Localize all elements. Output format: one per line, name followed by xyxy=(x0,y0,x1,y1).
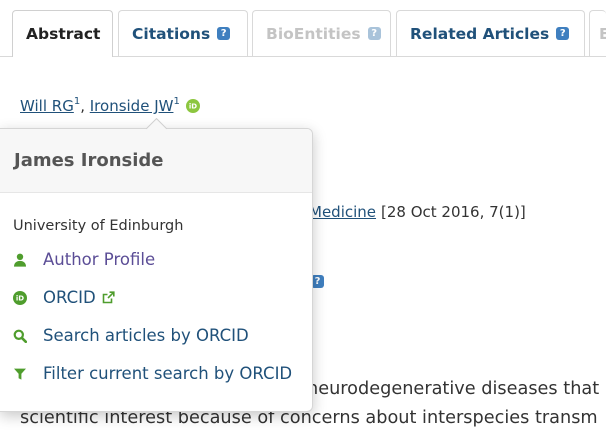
action-label: ORCID xyxy=(43,288,96,307)
journal-link[interactable]: Medicine xyxy=(309,203,376,221)
action-label: Search articles by ORCID xyxy=(43,326,249,345)
tab-citations[interactable]: Citations ? xyxy=(118,10,248,56)
tab-label: Abstract xyxy=(26,25,101,43)
tab-truncated: E xyxy=(589,10,606,56)
author-actions: Author Profile iD ORCID Search articles … xyxy=(0,241,312,393)
journal-citation: Medicine [28 Oct 2016, 7(1)] xyxy=(309,202,606,222)
tab-label: Related Articles xyxy=(410,24,550,43)
tab-label: E xyxy=(599,25,606,43)
author-link-will[interactable]: Will RG xyxy=(20,97,74,115)
help-icon[interactable]: ? xyxy=(217,27,231,40)
help-icon[interactable]: ? xyxy=(556,27,570,40)
tab-label: BioEntities xyxy=(266,24,361,43)
tab-abstract[interactable]: Abstract xyxy=(12,10,113,57)
external-link-icon xyxy=(102,291,115,304)
user-icon xyxy=(13,253,27,267)
abstract-text: neurodegenerative diseases that xyxy=(307,379,600,399)
article-tabs: Abstract Citations ? BioEntities ? Relat… xyxy=(0,0,606,57)
author-popover: James Ironside University of Edinburgh A… xyxy=(0,117,313,412)
author-name: James Ironside xyxy=(14,150,164,171)
affiliation-ref: 1 xyxy=(173,96,180,107)
publication-info: [28 Oct 2016, 7(1)] xyxy=(381,203,526,221)
tab-label: Citations xyxy=(132,24,211,43)
svg-text:iD: iD xyxy=(189,103,197,111)
tab-related-articles[interactable]: Related Articles ? xyxy=(396,10,585,56)
affiliation-ref: 1 xyxy=(73,96,81,107)
orcid-icon: iD xyxy=(13,291,27,305)
tab-bioentities: BioEntities ? xyxy=(252,10,391,56)
search-icon xyxy=(13,329,27,343)
author-list: Will RG1, Ironside JW1 iD xyxy=(20,95,200,117)
help-icon: ? xyxy=(367,27,381,40)
author-profile-link[interactable]: Author Profile xyxy=(0,241,312,279)
orcid-link[interactable]: iD ORCID xyxy=(0,279,312,317)
search-by-orcid-link[interactable]: Search articles by ORCID xyxy=(0,317,312,355)
filter-by-orcid-link[interactable]: Filter current search by ORCID xyxy=(0,355,312,393)
author-separator: , xyxy=(80,97,90,115)
orcid-icon[interactable]: iD xyxy=(185,99,200,113)
author-link-ironside[interactable]: Ironside JW xyxy=(90,97,174,115)
author-affiliation: University of Edinburgh xyxy=(13,218,184,234)
article-page: Abstract Citations ? BioEntities ? Relat… xyxy=(0,0,606,430)
action-label: Filter current search by ORCID xyxy=(43,364,293,383)
svg-text:iD: iD xyxy=(16,295,24,303)
action-label: Author Profile xyxy=(43,250,156,269)
filter-icon xyxy=(13,367,27,381)
